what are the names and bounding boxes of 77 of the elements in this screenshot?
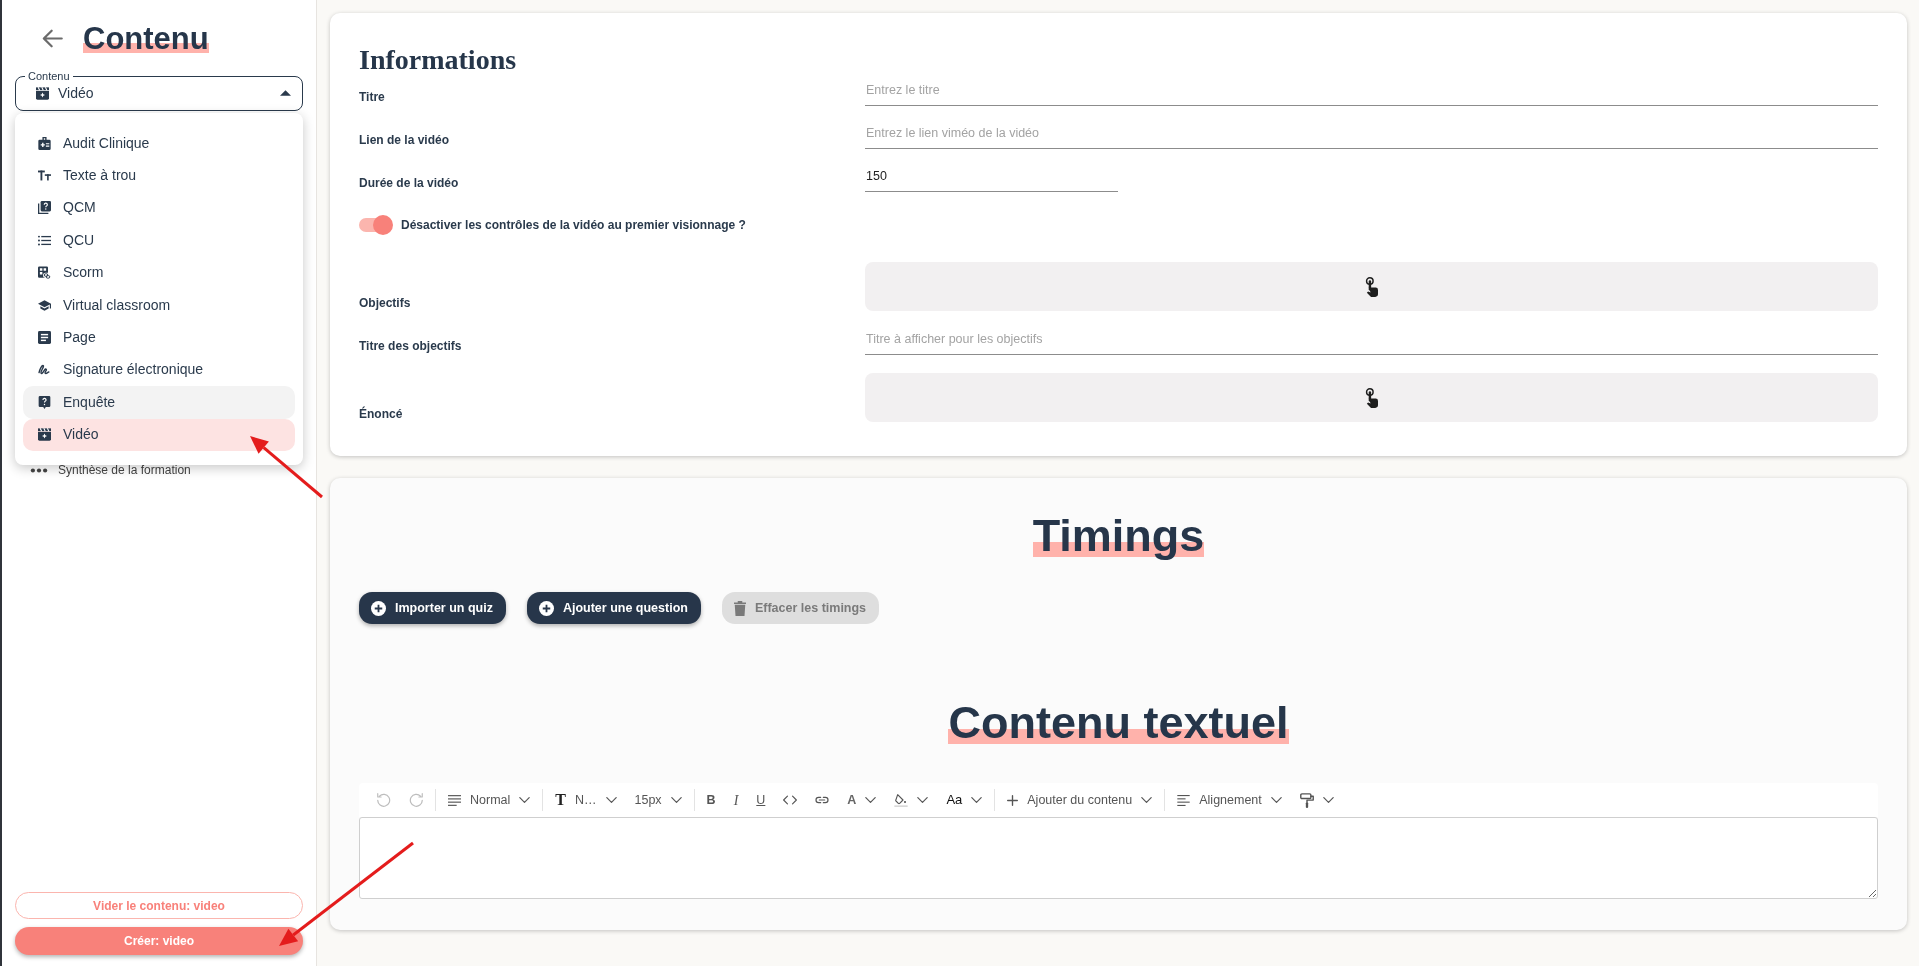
code-icon	[783, 795, 798, 805]
section-title: Informations	[359, 43, 518, 77]
font-family-dropdown[interactable]: T N…	[547, 787, 625, 813]
text-input[interactable]: Titre à afficher pour les objectifs	[865, 328, 1878, 355]
tap-icon	[1365, 276, 1378, 297]
text-color-dropdown[interactable]: A	[839, 787, 885, 813]
chevron-down-icon	[1322, 797, 1334, 803]
menu-option[interactable]: Texte à trou	[23, 159, 295, 192]
field-label: Titre des objectifs	[359, 338, 463, 354]
menu-option[interactable]: Audit Clinique	[23, 127, 295, 160]
undo-icon	[377, 793, 391, 807]
medical-bag-icon	[38, 136, 51, 150]
trash-icon	[733, 600, 746, 616]
rich-text-field[interactable]	[865, 373, 1878, 422]
lines-icon	[448, 794, 461, 806]
add-button[interactable]: Importer un quiz	[359, 592, 506, 624]
align-left-icon	[1177, 794, 1191, 806]
menu-option[interactable]: Virtual classroom	[23, 288, 295, 322]
grid-link-icon	[38, 266, 51, 280]
text-input[interactable]: Entrez le lien viméo de la vidéo	[865, 122, 1878, 149]
rich-text-field[interactable]	[865, 262, 1878, 311]
menu-option[interactable]: QCU	[23, 224, 295, 257]
menu-option[interactable]: Signature électronique	[23, 353, 295, 387]
font-size-dropdown[interactable]: 15px	[626, 787, 690, 813]
chevron-down-icon	[1270, 797, 1282, 803]
menu-option[interactable]: Vidéo	[23, 418, 295, 451]
chevron-down-icon	[865, 797, 877, 803]
clapperboard-icon	[38, 428, 51, 442]
align-dropdown[interactable]: Alignement	[1169, 787, 1290, 813]
link-icon	[815, 796, 830, 804]
italic-button[interactable]: I	[725, 787, 747, 813]
add-button[interactable]: Ajouter une question	[526, 592, 701, 624]
menu-option[interactable]: Scorm	[23, 256, 295, 289]
text-size-icon	[38, 169, 51, 183]
dots-icon	[30, 466, 48, 474]
plus-icon	[1007, 794, 1019, 806]
clapperboard-icon	[36, 86, 49, 100]
field-label: Titre	[359, 89, 386, 105]
field-label: Énoncé	[359, 406, 404, 422]
menu-option[interactable]: Enquête	[23, 386, 295, 419]
redo-icon	[409, 793, 423, 807]
caret-up-icon	[280, 90, 291, 96]
chevron-down-icon	[971, 797, 983, 803]
paint-roller-icon	[1299, 792, 1314, 808]
field-label: Durée de la vidéo	[359, 175, 460, 191]
underline-button[interactable]: U	[748, 787, 774, 813]
plus-circle-icon	[538, 600, 554, 616]
question-box-icon	[38, 395, 51, 409]
chevron-down-icon	[670, 797, 682, 803]
graduation-cap-icon	[38, 298, 51, 312]
chevron-down-icon	[1141, 797, 1153, 803]
text-case-dropdown[interactable]: Aa	[938, 787, 991, 813]
field-label: Lien de la vidéo	[359, 132, 451, 148]
signature-icon	[38, 363, 51, 377]
bold-button[interactable]: B	[698, 787, 724, 813]
chevron-down-icon	[519, 797, 531, 803]
insert-dropdown[interactable]: Ajouter du contenu	[999, 787, 1161, 813]
bulleted-list-icon	[38, 233, 51, 247]
question-stack-icon	[38, 201, 51, 215]
menu-option[interactable]: QCM	[23, 191, 295, 225]
menu-option[interactable]: Page	[23, 321, 295, 354]
document-icon	[38, 331, 51, 345]
chevron-down-icon	[917, 797, 929, 803]
toggle-label: Désactiver les contrôles de la vidéo au premier visionnage ?	[401, 217, 746, 234]
text-input[interactable]: 150	[865, 165, 1118, 192]
content-select[interactable]: Contenu Vidéo	[15, 70, 303, 111]
block-type-dropdown[interactable]: Normal	[440, 787, 539, 813]
sidebar-item[interactable]: Synthèse de la formation	[15, 461, 303, 479]
paint-bucket-icon	[894, 793, 909, 807]
field-label: Objectifs	[359, 295, 412, 311]
back-button[interactable]	[42, 28, 63, 48]
plus-circle-icon	[371, 600, 386, 616]
chevron-down-icon	[605, 797, 617, 803]
tap-icon	[1365, 387, 1378, 408]
text-input[interactable]: Entrez le titre	[865, 79, 1878, 106]
toggle-switch[interactable]	[359, 215, 393, 235]
back-arrow-icon	[42, 28, 63, 48]
